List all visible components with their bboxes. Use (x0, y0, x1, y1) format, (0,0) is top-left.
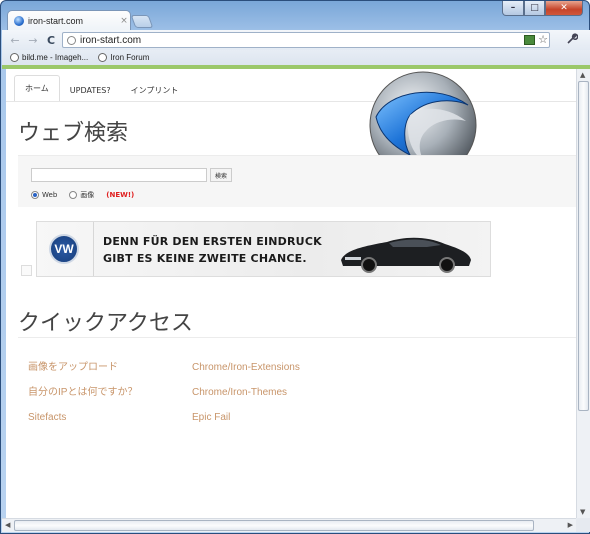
vw-logo-icon: VW (49, 234, 79, 264)
bookmark-star-icon[interactable]: ☆ (538, 33, 548, 46)
link-sitefacts[interactable]: Sitefacts (28, 411, 137, 436)
address-bar[interactable]: iron-start.com ☆ (62, 32, 550, 48)
tab-close-icon[interactable]: × (118, 16, 130, 26)
nav-divider (6, 101, 576, 102)
rss-icon[interactable] (524, 35, 535, 45)
back-button[interactable]: ← (8, 33, 22, 47)
web-search-heading: ウェブ検索 (18, 121, 129, 146)
scroll-up-icon[interactable]: ▲ (580, 71, 585, 79)
browser-tab[interactable]: iron-start.com × (7, 10, 131, 31)
bookmarks-bar: bild.me - Imageh... Iron Forum (2, 50, 590, 65)
ad-checkbox[interactable] (21, 265, 32, 276)
scrollbar-corner (576, 518, 590, 532)
ad-headline-2: GIBT ES KEINE ZWEITE CHANCE. (103, 252, 307, 265)
reload-button[interactable]: C (44, 33, 58, 47)
scroll-down-icon[interactable]: ▼ (580, 508, 585, 516)
wrench-menu-icon[interactable] (566, 33, 579, 48)
new-badge: (NEW!) (106, 191, 135, 199)
radio-image-label: 画像 (80, 191, 95, 199)
bookmark-bildme[interactable]: bild.me - Imageh... (10, 53, 88, 62)
search-button[interactable]: 検索 (210, 168, 232, 182)
scroll-right-icon[interactable]: ▶ (568, 521, 573, 529)
search-panel: 検索 Web 画像 (NEW!) (18, 155, 576, 207)
browser-toolbar: ← → C iron-start.com ☆ (2, 30, 590, 50)
horizontal-scroll-thumb[interactable] (14, 520, 534, 531)
page-viewport: ホーム UPDATES? インプリント ウェブ検索 検索 Web 画像 (NEW… (6, 69, 576, 518)
quick-access-heading: クイックアクセス (18, 311, 193, 336)
bookmark-label: Iron Forum (110, 53, 150, 62)
link-upload-image[interactable]: 画像をアップロード (28, 361, 137, 386)
quick-divider (18, 337, 576, 338)
quick-links-column-2: Chrome/Iron-Extensions Chrome/Iron-Theme… (192, 361, 300, 436)
globe-icon (10, 53, 19, 62)
radio-image[interactable] (69, 191, 78, 199)
vertical-scroll-thumb[interactable] (578, 81, 589, 411)
vw-ad-banner[interactable]: VW DENN FÜR DEN ERSTEN EINDRUCK GIBT ES … (36, 221, 491, 277)
link-themes[interactable]: Chrome/Iron-Themes (192, 386, 300, 411)
url-text: iron-start.com (80, 34, 142, 46)
iron-favicon-icon (14, 16, 24, 26)
bookmark-iron-forum[interactable]: Iron Forum (98, 53, 149, 62)
bookmark-label: bild.me - Imageh... (22, 53, 89, 62)
link-epic-fail[interactable]: Epic Fail (192, 411, 300, 436)
close-window-button[interactable]: ✕ (545, 1, 583, 16)
search-input[interactable] (31, 168, 207, 182)
tab-imprint[interactable]: インプリント (121, 79, 189, 101)
ad-separator (93, 222, 94, 276)
link-what-is-my-ip[interactable]: 自分のIPとは何ですか？ (28, 386, 137, 411)
ad-headline-1: DENN FÜR DEN ERSTEN EINDRUCK (103, 235, 322, 248)
window-controls: – □ ✕ (502, 1, 583, 16)
page-icon (67, 35, 76, 45)
globe-icon (98, 53, 108, 62)
link-extensions[interactable]: Chrome/Iron-Extensions (192, 361, 300, 386)
tab-home[interactable]: ホーム (14, 75, 60, 101)
tab-title: iron-start.com (28, 16, 84, 26)
search-type-options: Web 画像 (NEW!) (31, 190, 134, 200)
car-image-icon (341, 237, 471, 273)
maximize-button[interactable]: □ (524, 1, 545, 16)
browser-window: iron-start.com × – □ ✕ ← → C iron-start.… (0, 0, 590, 534)
radio-web[interactable] (31, 191, 39, 199)
horizontal-scrollbar[interactable]: ◀ ▶ (2, 518, 576, 532)
new-tab-button[interactable] (130, 15, 154, 28)
quick-links-column-1: 画像をアップロード 自分のIPとは何ですか？ Sitefacts (28, 361, 137, 436)
vertical-scrollbar[interactable]: ▲ ▼ (576, 69, 590, 518)
scroll-left-icon[interactable]: ◀ (5, 521, 10, 529)
site-nav: ホーム UPDATES? インプリント (14, 75, 188, 101)
radio-web-label: Web (42, 191, 58, 199)
tab-updates[interactable]: UPDATES? (60, 79, 121, 101)
forward-button[interactable]: → (26, 33, 40, 47)
minimize-button[interactable]: – (502, 1, 524, 16)
